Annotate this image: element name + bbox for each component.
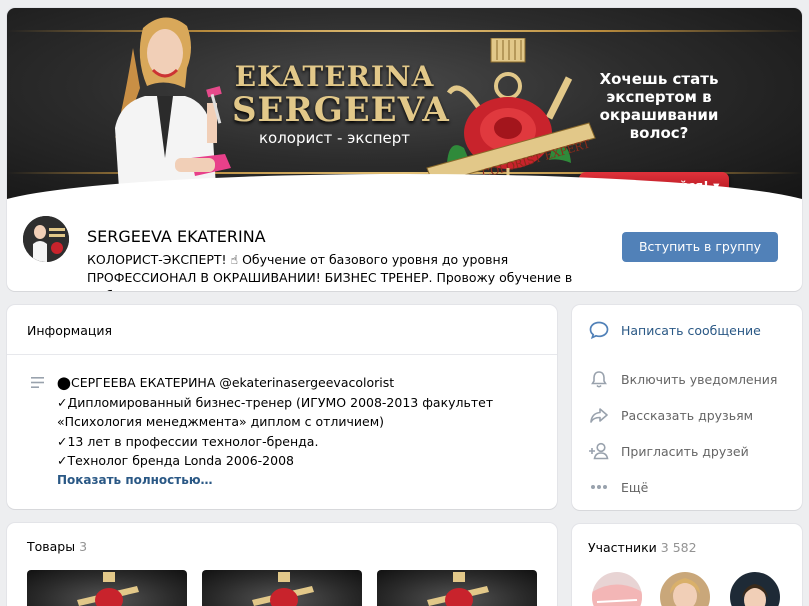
group-avatar[interactable] — [23, 216, 69, 262]
member-avatar[interactable] — [730, 572, 780, 606]
more-label: Ещё — [621, 479, 649, 495]
cover-brand-name: EKATERINA SERGEEVA — [232, 60, 450, 130]
info-card: Информация ⬤СЕРГЕЕВА ЕКАТЕРИНА @ekaterin… — [7, 305, 557, 509]
goods-item-image — [252, 572, 314, 606]
group-status: КОЛОРИСТ-ЭКСПЕРТ! ☝ Обучение от базового… — [87, 252, 573, 291]
info-description: ⬤СЕРГЕЕВА ЕКАТЕРИНА @ekaterinasergeevaco… — [57, 373, 493, 490]
member-avatar[interactable] — [592, 572, 642, 606]
more-action[interactable]: Ещё — [588, 477, 648, 497]
info-title: Информация — [27, 323, 113, 338]
goods-title-label: Товары — [27, 539, 76, 554]
actions-card: Написать сообщение Включить уведомления … — [572, 305, 802, 510]
join-group-button[interactable]: Вступить в группу — [622, 232, 778, 262]
cover-portrait-image — [115, 17, 231, 204]
group-name: SERGEEVA EKATERINA — [87, 227, 266, 246]
group-header-card: EKATERINA SERGEEVA колорист - эксперт CO… — [7, 8, 802, 291]
members-title-label: Участники — [588, 540, 657, 555]
info-line: ✓Дипломированный бизнес-тренер (ИГУМО 20… — [57, 394, 494, 410]
cover-brand-line1: EKATERINA — [234, 60, 435, 93]
send-message-action[interactable]: Написать сообщение — [588, 320, 761, 340]
members-count: 3 582 — [660, 540, 697, 555]
goods-item[interactable] — [377, 570, 537, 606]
goods-item[interactable] — [27, 570, 187, 606]
message-icon — [588, 320, 610, 340]
description-icon — [31, 377, 44, 388]
bell-icon — [588, 369, 610, 389]
more-icon — [588, 477, 610, 497]
group-cover: EKATERINA SERGEEVA колорист - эксперт CO… — [7, 8, 802, 204]
invite-friends-label: Пригласить друзей — [621, 443, 749, 459]
info-line: ⬤СЕРГЕЕВА ЕКАТЕРИНА @ekaterinasergeevaco… — [57, 375, 395, 390]
share-icon — [588, 405, 610, 425]
goods-title[interactable]: Товары 3 — [27, 539, 87, 554]
enable-notifications-action[interactable]: Включить уведомления — [588, 369, 777, 389]
goods-item-image — [427, 572, 489, 606]
show-more-link[interactable]: Показать полностью… — [57, 471, 493, 491]
add-user-icon — [588, 441, 610, 461]
info-divider — [7, 354, 557, 355]
goods-item[interactable] — [202, 570, 362, 606]
goods-item-image — [77, 572, 139, 606]
cover-brand-subtitle: колорист - эксперт — [258, 129, 411, 147]
member-avatar[interactable] — [660, 572, 710, 606]
info-line: ✓Технолог бренда Londa 2006-2008 — [57, 453, 294, 468]
invite-friends-action[interactable]: Пригласить друзей — [588, 441, 749, 461]
tell-friends-label: Рассказать друзьям — [621, 407, 754, 423]
send-message-label: Написать сообщение — [621, 322, 761, 338]
info-line: ✓13 лет в профессии технолог-бренда. — [57, 433, 319, 449]
goods-card: Товары 3 — [7, 523, 557, 606]
cover-promo-text: Хочешь стать экспертом в окрашивании вол… — [599, 70, 719, 142]
info-line: «Психология менеджмента» диплом с отличи… — [57, 414, 385, 429]
enable-notifications-label: Включить уведомления — [621, 371, 778, 387]
cover-brand-line2: SERGEEVA — [232, 90, 450, 130]
goods-count: 3 — [79, 539, 88, 554]
tell-friends-action[interactable]: Рассказать друзьям — [588, 405, 753, 425]
members-title[interactable]: Участники 3 582 — [588, 540, 697, 555]
members-card: Участники 3 582 — [572, 524, 802, 606]
